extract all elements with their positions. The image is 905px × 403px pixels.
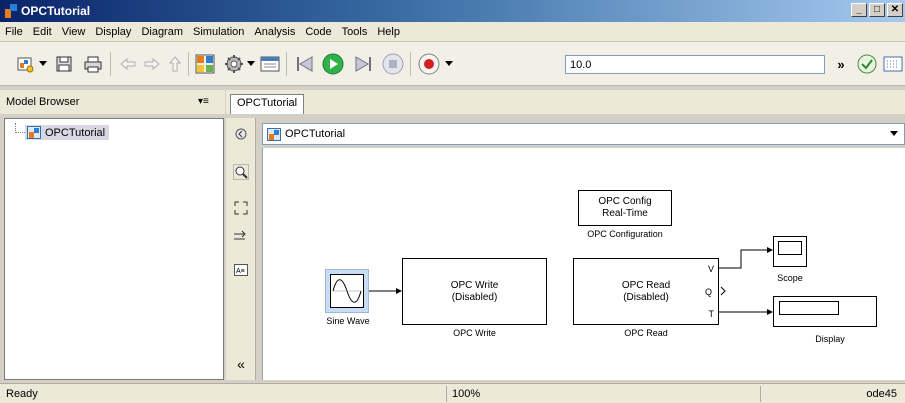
maximize-button[interactable]: □ [869, 3, 885, 17]
settings-gear-icon[interactable] [223, 54, 245, 74]
model-icon [27, 126, 41, 139]
record-dropdown-icon[interactable] [445, 61, 453, 66]
model-browser-header: Model Browser ▾≡ [0, 90, 225, 114]
run-icon[interactable] [322, 53, 344, 75]
menu-help[interactable]: Help [372, 26, 405, 38]
step-back-icon[interactable] [294, 54, 316, 74]
toolbar: » [0, 42, 905, 86]
opc-write-line2: (Disabled) [451, 291, 498, 303]
solver-name: ode45 [866, 388, 897, 400]
new-model-dropdown-icon[interactable] [39, 61, 47, 66]
editor-palette: A≡ « [226, 118, 256, 380]
zoom-level: 100% [452, 388, 481, 400]
scope-block[interactable] [773, 236, 807, 267]
menu-analysis[interactable]: Analysis [249, 26, 300, 38]
window-controls: _ □ ✕ [851, 3, 903, 17]
hide-browser-icon[interactable] [233, 126, 249, 142]
stop-icon[interactable] [382, 53, 404, 75]
more-tools-icon[interactable]: » [830, 54, 852, 74]
menu-edit[interactable]: Edit [28, 26, 57, 38]
menu-file[interactable]: File [0, 26, 28, 38]
sine-wave-caption: Sine Wave [326, 316, 370, 326]
address-bar[interactable]: OPCTutorial [262, 123, 905, 145]
model-browser-panel[interactable]: OPCTutorial [4, 118, 224, 380]
opc-read-line1: OPC Read [621, 279, 671, 291]
grid-display-icon[interactable] [882, 54, 904, 74]
menu-simulation[interactable]: Simulation [188, 26, 249, 38]
stop-time-input[interactable] [565, 55, 825, 74]
tree-item-model[interactable]: OPCTutorial [25, 125, 110, 140]
opc-write-caption: OPC Write [453, 328, 496, 338]
status-bar: Ready 100% ode45 [0, 383, 905, 403]
new-model-icon[interactable] [14, 54, 36, 74]
opc-read-line2: (Disabled) [623, 291, 669, 303]
fit-to-view-icon[interactable] [233, 200, 249, 216]
status-text: Ready [6, 388, 38, 400]
menu-tools[interactable]: Tools [337, 26, 373, 38]
menu-display[interactable]: Display [90, 26, 136, 38]
tab-strip: OPCTutorial [226, 90, 905, 114]
simulink-model-icon [4, 4, 18, 18]
settings-dropdown-icon[interactable] [247, 61, 255, 66]
forward-icon[interactable] [141, 54, 163, 74]
scope-screen-icon [778, 241, 802, 255]
address-dropdown-icon[interactable] [890, 131, 898, 136]
up-icon[interactable] [164, 54, 186, 74]
window-title: OPCTutorial [21, 4, 91, 18]
model-canvas[interactable]: OPC Config Real-Time OPC Configuration S… [262, 148, 905, 380]
collapse-palette-icon[interactable]: « [233, 356, 249, 372]
port-v-label: V [707, 264, 714, 274]
opc-write-line1: OPC Write [450, 279, 499, 291]
display-block[interactable] [773, 296, 877, 327]
sine-wave-block[interactable] [325, 269, 369, 313]
tree-item-label: OPCTutorial [45, 126, 106, 139]
address-path: OPCTutorial [285, 128, 346, 140]
model-browser-title: Model Browser [6, 96, 80, 108]
display-readout-icon [779, 301, 839, 315]
menu-diagram[interactable]: Diagram [136, 26, 188, 38]
minimize-button[interactable]: _ [851, 3, 867, 17]
opc-config-line2: Real-Time [602, 208, 648, 219]
sine-wave-icon [330, 274, 364, 308]
opc-write-block[interactable]: OPC Write (Disabled) [402, 258, 547, 325]
menu-code[interactable]: Code [300, 26, 336, 38]
save-icon[interactable] [53, 54, 75, 74]
port-q-label: Q [704, 287, 712, 297]
record-icon[interactable] [418, 53, 440, 75]
opc-config-line1: OPC Config [598, 196, 652, 207]
menu-bar: File Edit View Display Diagram Simulatio… [0, 22, 905, 42]
step-forward-icon[interactable] [352, 54, 374, 74]
menu-view[interactable]: View [57, 26, 91, 38]
address-model-icon [267, 127, 281, 141]
display-caption: Display [815, 334, 845, 344]
opc-read-caption: OPC Read [624, 328, 668, 338]
zoom-icon[interactable] [233, 164, 249, 180]
svg-text:A≡: A≡ [236, 268, 245, 275]
print-icon[interactable] [82, 54, 104, 74]
check-icon[interactable] [856, 54, 878, 74]
opc-read-block[interactable]: OPC Read (Disabled) V Q T [573, 258, 719, 325]
title-bar: OPCTutorial _ □ ✕ [0, 0, 905, 22]
library-browser-icon[interactable] [194, 54, 216, 74]
browser-menu-icon[interactable]: ▾≡ [198, 96, 209, 107]
annotation-icon[interactable]: A≡ [233, 262, 249, 278]
port-t-label: T [708, 309, 715, 319]
opc-config-block[interactable]: OPC Config Real-Time [578, 190, 672, 226]
scope-caption: Scope [777, 273, 803, 283]
route-lines-icon[interactable] [233, 228, 249, 244]
opc-config-caption: OPC Configuration [587, 229, 663, 239]
close-button[interactable]: ✕ [887, 3, 903, 17]
back-icon[interactable] [117, 54, 139, 74]
tab-model[interactable]: OPCTutorial [230, 94, 305, 114]
model-explorer-icon[interactable] [259, 54, 281, 74]
